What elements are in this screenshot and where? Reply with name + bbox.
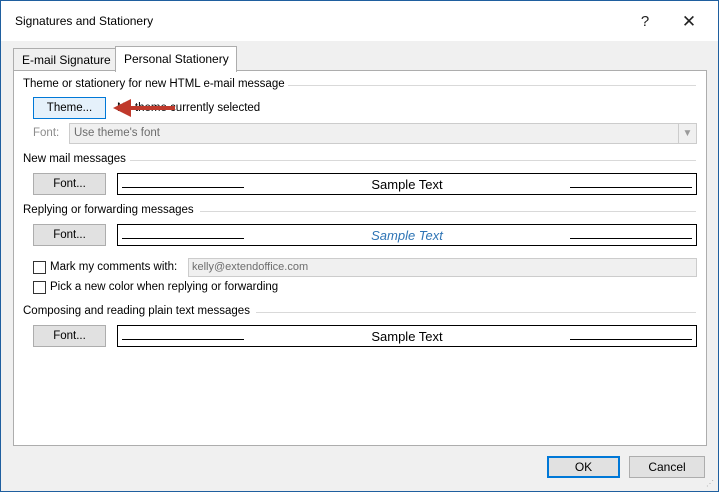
new-mail-font-button[interactable]: Font... xyxy=(33,173,106,195)
new-mail-sample-text: Sample Text xyxy=(371,177,443,192)
annotation-arrow-icon xyxy=(113,99,175,117)
new-mail-heading: New mail messages xyxy=(23,153,126,165)
mark-comments-value: kelly@extendoffice.com xyxy=(192,261,309,273)
chevron-down-icon: ▼ xyxy=(678,124,696,143)
title-bar: Signatures and Stationery ? ✕ xyxy=(1,1,718,41)
divider xyxy=(288,85,696,86)
theme-button[interactable]: Theme... xyxy=(33,97,106,119)
pick-color-checkbox[interactable] xyxy=(33,281,46,294)
sample-line-right xyxy=(570,339,692,340)
divider xyxy=(130,160,696,161)
close-button[interactable]: ✕ xyxy=(677,11,701,33)
help-button[interactable]: ? xyxy=(633,11,657,33)
sample-line-right xyxy=(570,187,692,188)
plain-text-heading: Composing and reading plain text message… xyxy=(23,305,250,317)
theme-font-select-value: Use theme's font xyxy=(74,127,160,139)
tab-personal-stationery[interactable]: Personal Stationery xyxy=(115,46,237,72)
plain-text-sample-text: Sample Text xyxy=(371,329,443,344)
signatures-dialog: Signatures and Stationery ? ✕ E-mail Sig… xyxy=(0,0,719,492)
mark-comments-checkbox[interactable] xyxy=(33,261,46,274)
tab-email-signature[interactable]: E-mail Signature xyxy=(13,48,116,70)
theme-font-select: Use theme's font ▼ xyxy=(69,123,697,144)
divider xyxy=(200,211,696,212)
mark-comments-field: kelly@extendoffice.com xyxy=(188,258,697,277)
personal-stationery-panel: Theme or stationery for new HTML e-mail … xyxy=(13,70,707,446)
reply-sample: Sample Text xyxy=(117,224,697,246)
pick-color-label: Pick a new color when replying or forwar… xyxy=(50,281,279,293)
new-mail-sample: Sample Text xyxy=(117,173,697,195)
plain-text-sample: Sample Text xyxy=(117,325,697,347)
cancel-button[interactable]: Cancel xyxy=(629,456,705,478)
tab-email-signature-label: E-mail Signature xyxy=(22,53,111,67)
theme-section-heading: Theme or stationery for new HTML e-mail … xyxy=(23,78,285,90)
sample-line-right xyxy=(570,238,692,239)
reply-sample-text: Sample Text xyxy=(371,228,443,243)
resize-grip-icon[interactable]: ⋰ xyxy=(706,479,716,489)
plain-text-font-button[interactable]: Font... xyxy=(33,325,106,347)
reply-forward-heading: Replying or forwarding messages xyxy=(23,204,194,216)
window-title: Signatures and Stationery xyxy=(15,14,154,28)
divider xyxy=(256,312,696,313)
mark-comments-label: Mark my comments with: xyxy=(50,261,178,273)
ok-button[interactable]: OK xyxy=(547,456,620,478)
tab-personal-stationery-label: Personal Stationery xyxy=(124,52,229,66)
font-label: Font: xyxy=(33,127,60,139)
reply-font-button[interactable]: Font... xyxy=(33,224,106,246)
